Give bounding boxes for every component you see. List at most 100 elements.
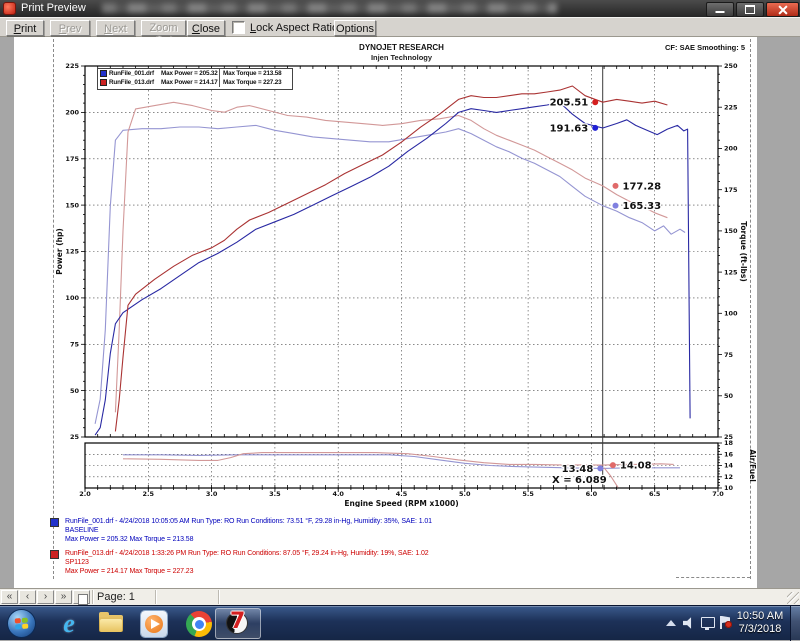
legend-row: RunFile_001.drf Max Power = 205.32 Max T… <box>98 69 292 78</box>
svg-text:6.5: 6.5 <box>649 490 661 498</box>
svg-text:177.28: 177.28 <box>623 181 662 192</box>
svg-text:2.5: 2.5 <box>143 490 155 498</box>
lock-aspect-ratio-checkbox[interactable] <box>232 21 245 34</box>
close-preview-button[interactable]: Close <box>187 20 225 36</box>
svg-text:14.08: 14.08 <box>620 461 652 472</box>
clock-time: 10:50 AM <box>732 610 788 623</box>
action-center-flag-icon[interactable] <box>720 616 732 629</box>
page-select-button[interactable] <box>73 590 90 604</box>
tray-expand-icon[interactable] <box>666 620 676 626</box>
network-icon[interactable] <box>701 617 715 628</box>
legend-swatch-blue <box>100 70 107 77</box>
internet-explorer-icon[interactable]: e <box>56 611 82 637</box>
svg-text:7.0: 7.0 <box>712 490 724 498</box>
svg-text:25: 25 <box>70 433 80 441</box>
lock-aspect-ratio-label[interactable]: Lock Aspect Ratio <box>250 22 338 34</box>
taskbar-active-app-dynojet[interactable]: 7 <box>215 608 261 639</box>
svg-text:200: 200 <box>724 145 738 153</box>
next-page-nav-button[interactable]: › <box>37 590 54 604</box>
print-button[interactable]: Print <box>6 20 44 36</box>
options-button[interactable]: Options <box>334 20 376 36</box>
svg-text:150: 150 <box>65 201 79 209</box>
run-conditions: RunFile_013.drf - 4/24/2018 1:33:26 PM R… <box>65 549 730 558</box>
status-bar: « ‹ › » Page: 1 <box>0 588 800 605</box>
legend-swatch-red <box>100 79 107 86</box>
run-max-values: Max Power = 205.32 Max Torque = 213.58 <box>65 535 730 544</box>
svg-text:Torque (ft-lbs): Torque (ft-lbs) <box>739 221 748 282</box>
run-color-swatch-blue <box>50 518 59 527</box>
restore-button[interactable] <box>736 2 764 17</box>
status-separator <box>155 590 157 604</box>
svg-text:75: 75 <box>724 351 734 359</box>
status-separator <box>218 590 220 604</box>
svg-text:250: 250 <box>724 62 738 70</box>
svg-text:Engine Speed (RPM x1000): Engine Speed (RPM x1000) <box>344 499 458 507</box>
legend-row: RunFile_013.drf Max Power = 214.17 Max T… <box>98 78 292 87</box>
volume-icon[interactable] <box>683 617 696 629</box>
svg-text:3.0: 3.0 <box>206 490 218 498</box>
first-page-button[interactable]: « <box>1 590 18 604</box>
svg-text:150: 150 <box>724 227 738 235</box>
dynojet-app-icon: 7 <box>226 611 250 635</box>
svg-text:5.0: 5.0 <box>459 490 471 498</box>
svg-text:2.0: 2.0 <box>79 490 91 498</box>
minimize-button[interactable] <box>706 2 734 17</box>
svg-text:4.5: 4.5 <box>396 490 408 498</box>
next-page-button[interactable]: Next <box>96 20 135 36</box>
svg-text:5.5: 5.5 <box>522 490 534 498</box>
legend-max-power: Max Power = 214.17 <box>161 79 219 86</box>
run-max-values: Max Power = 214.17 Max Torque = 227.23 <box>65 567 730 576</box>
legend-file: RunFile_013.drf <box>109 79 161 86</box>
media-player-icon[interactable] <box>141 611 167 637</box>
svg-text:100: 100 <box>724 310 738 318</box>
svg-text:175: 175 <box>65 155 79 163</box>
run-info-sp1123: RunFile_013.drf - 4/24/2018 1:33:26 PM R… <box>50 549 730 576</box>
svg-text:100: 100 <box>65 294 79 302</box>
run-label: SP1123 <box>65 558 730 567</box>
preview-area: DYNOJET RESEARCH Injen Technology CF: SA… <box>0 37 800 588</box>
taskbar-clock[interactable]: 10:50 AM 7/3/2018 <box>732 610 788 636</box>
svg-text:191.63: 191.63 <box>550 123 589 134</box>
run-label: BASELINE <box>65 526 730 535</box>
svg-text:13.48: 13.48 <box>562 464 594 475</box>
file-explorer-icon[interactable] <box>98 611 124 637</box>
prev-page-button[interactable]: Prev <box>50 20 90 36</box>
legend-file: RunFile_001.drf <box>109 70 161 77</box>
show-desktop-button[interactable] <box>790 606 800 641</box>
window-title: Print Preview <box>21 2 86 14</box>
svg-text:Power (hp): Power (hp) <box>55 228 64 275</box>
minimize-icon <box>716 11 725 13</box>
run-info-baseline: RunFile_001.drf - 4/24/2018 10:05:05 AM … <box>50 517 730 544</box>
title-bar: Print Preview <box>0 0 800 17</box>
run-conditions: RunFile_001.drf - 4/24/2018 10:05:05 AM … <box>65 517 730 526</box>
legend-max-torque: Max Torque = 213.58 <box>219 69 292 78</box>
svg-text:18: 18 <box>724 439 734 447</box>
svg-text:50: 50 <box>70 387 80 395</box>
svg-text:225: 225 <box>65 62 79 70</box>
svg-text:125: 125 <box>65 248 79 256</box>
svg-text:12: 12 <box>724 473 733 481</box>
previous-page-nav-button[interactable]: ‹ <box>19 590 36 604</box>
zoom-out-button[interactable]: Zoom Out <box>141 20 186 36</box>
legend-max-torque: Max Torque = 227.23 <box>219 78 292 87</box>
redacted-title-text <box>102 3 557 13</box>
restore-icon <box>745 5 755 14</box>
print-preview-toolbar: Print Prev Next Zoom Out Close Lock Aspe… <box>0 17 800 37</box>
start-button[interactable] <box>8 610 35 637</box>
dyno-chart: 2.02.53.03.54.04.55.05.56.06.57.02252001… <box>14 37 757 507</box>
svg-text:16: 16 <box>724 450 734 458</box>
resize-grip[interactable] <box>787 592 799 604</box>
page-number-label: Page: 1 <box>97 591 135 603</box>
chart-legend: RunFile_001.drf Max Power = 205.32 Max T… <box>97 68 293 90</box>
clock-date: 7/3/2018 <box>732 623 788 636</box>
svg-text:50: 50 <box>724 392 734 400</box>
svg-text:X = 6.089: X = 6.089 <box>552 475 607 486</box>
close-window-button[interactable] <box>766 2 799 17</box>
page-icon <box>78 594 88 605</box>
svg-text:Air/Fuel: Air/Fuel <box>748 449 757 482</box>
taskbar: e 7 10:50 AM 7/3/2018 <box>0 605 800 640</box>
chrome-icon[interactable] <box>186 611 212 637</box>
svg-text:75: 75 <box>70 340 80 348</box>
last-page-button[interactable]: » <box>55 590 72 604</box>
status-separator <box>92 590 94 604</box>
